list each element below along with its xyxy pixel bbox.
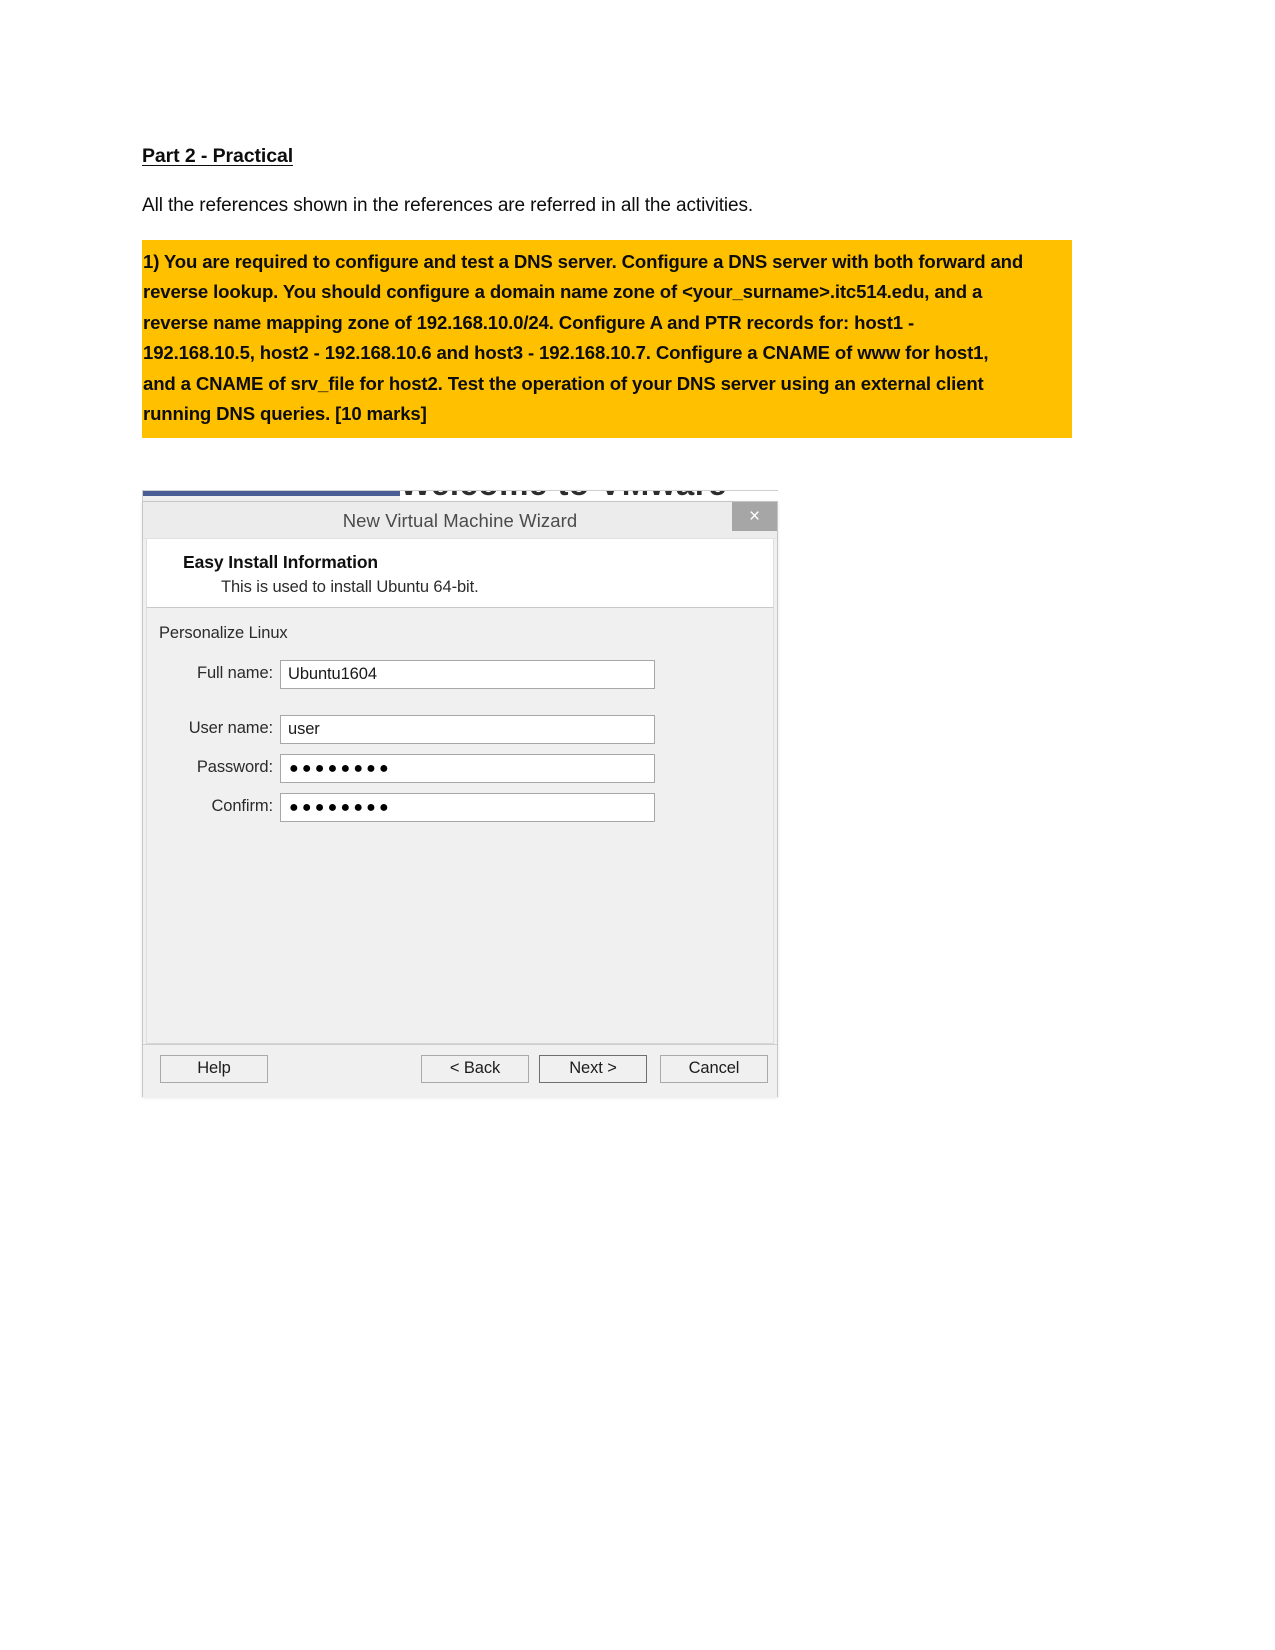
personalize-linux-label: Personalize Linux: [159, 624, 288, 642]
dialog-header-subtitle: This is used to install Ubuntu 64-bit.: [221, 578, 479, 596]
help-button[interactable]: Help: [160, 1055, 268, 1083]
user-name-row: User name:: [147, 715, 773, 745]
confirm-input[interactable]: ●●●●●●●●: [280, 793, 655, 822]
dialog-title: New Virtual Machine Wizard: [342, 510, 578, 531]
confirm-row: Confirm: ●●●●●●●●: [147, 793, 773, 823]
confirm-label: Confirm:: [211, 797, 273, 815]
dialog-body-panel: Personalize Linux Full name: User name: …: [146, 608, 774, 1044]
background-accent-bar: [143, 491, 400, 496]
dialog-header-panel: Easy Install Information This is used to…: [146, 539, 774, 608]
next-button[interactable]: Next >: [539, 1055, 647, 1083]
new-virtual-machine-wizard-dialog: New Virtual Machine Wizard × Easy Instal…: [142, 501, 778, 1097]
question-line: 1) You are required to configure and tes…: [143, 251, 1024, 272]
full-name-row: Full name:: [147, 660, 773, 690]
user-name-label: User name:: [188, 719, 273, 737]
close-glyph: ×: [748, 506, 761, 527]
dialog-titlebar: New Virtual Machine Wizard ×: [143, 502, 777, 539]
back-button[interactable]: < Back: [421, 1055, 529, 1083]
intro-paragraph: All the references shown in the referenc…: [142, 195, 754, 216]
password-input[interactable]: ●●●●●●●●: [280, 754, 655, 783]
full-name-label: Full name:: [196, 664, 273, 682]
dialog-header-title: Easy Install Information: [183, 552, 379, 572]
dialog-footer-panel: Help < Back Next > Cancel: [143, 1044, 777, 1097]
full-name-input[interactable]: [280, 660, 655, 689]
question-line: running DNS queries. [10 marks]: [143, 403, 427, 425]
user-name-input[interactable]: [280, 715, 655, 744]
password-label: Password:: [196, 758, 273, 776]
close-icon[interactable]: ×: [732, 502, 777, 531]
question-line: and a CNAME of srv_file for host2. Test …: [143, 372, 984, 394]
page-title: Part 2 - Practical: [142, 145, 294, 167]
cancel-button[interactable]: Cancel: [660, 1055, 768, 1083]
highlighted-question: 1) You are required to configure and tes…: [142, 240, 1072, 439]
question-line: reverse name mapping zone of 192.168.10.…: [143, 311, 915, 333]
question-line: 192.168.10.5, host2 - 192.168.10.6 and h…: [143, 342, 989, 364]
password-row: Password: ●●●●●●●●: [147, 754, 773, 784]
question-line: reverse lookup. You should configure a d…: [143, 281, 983, 303]
